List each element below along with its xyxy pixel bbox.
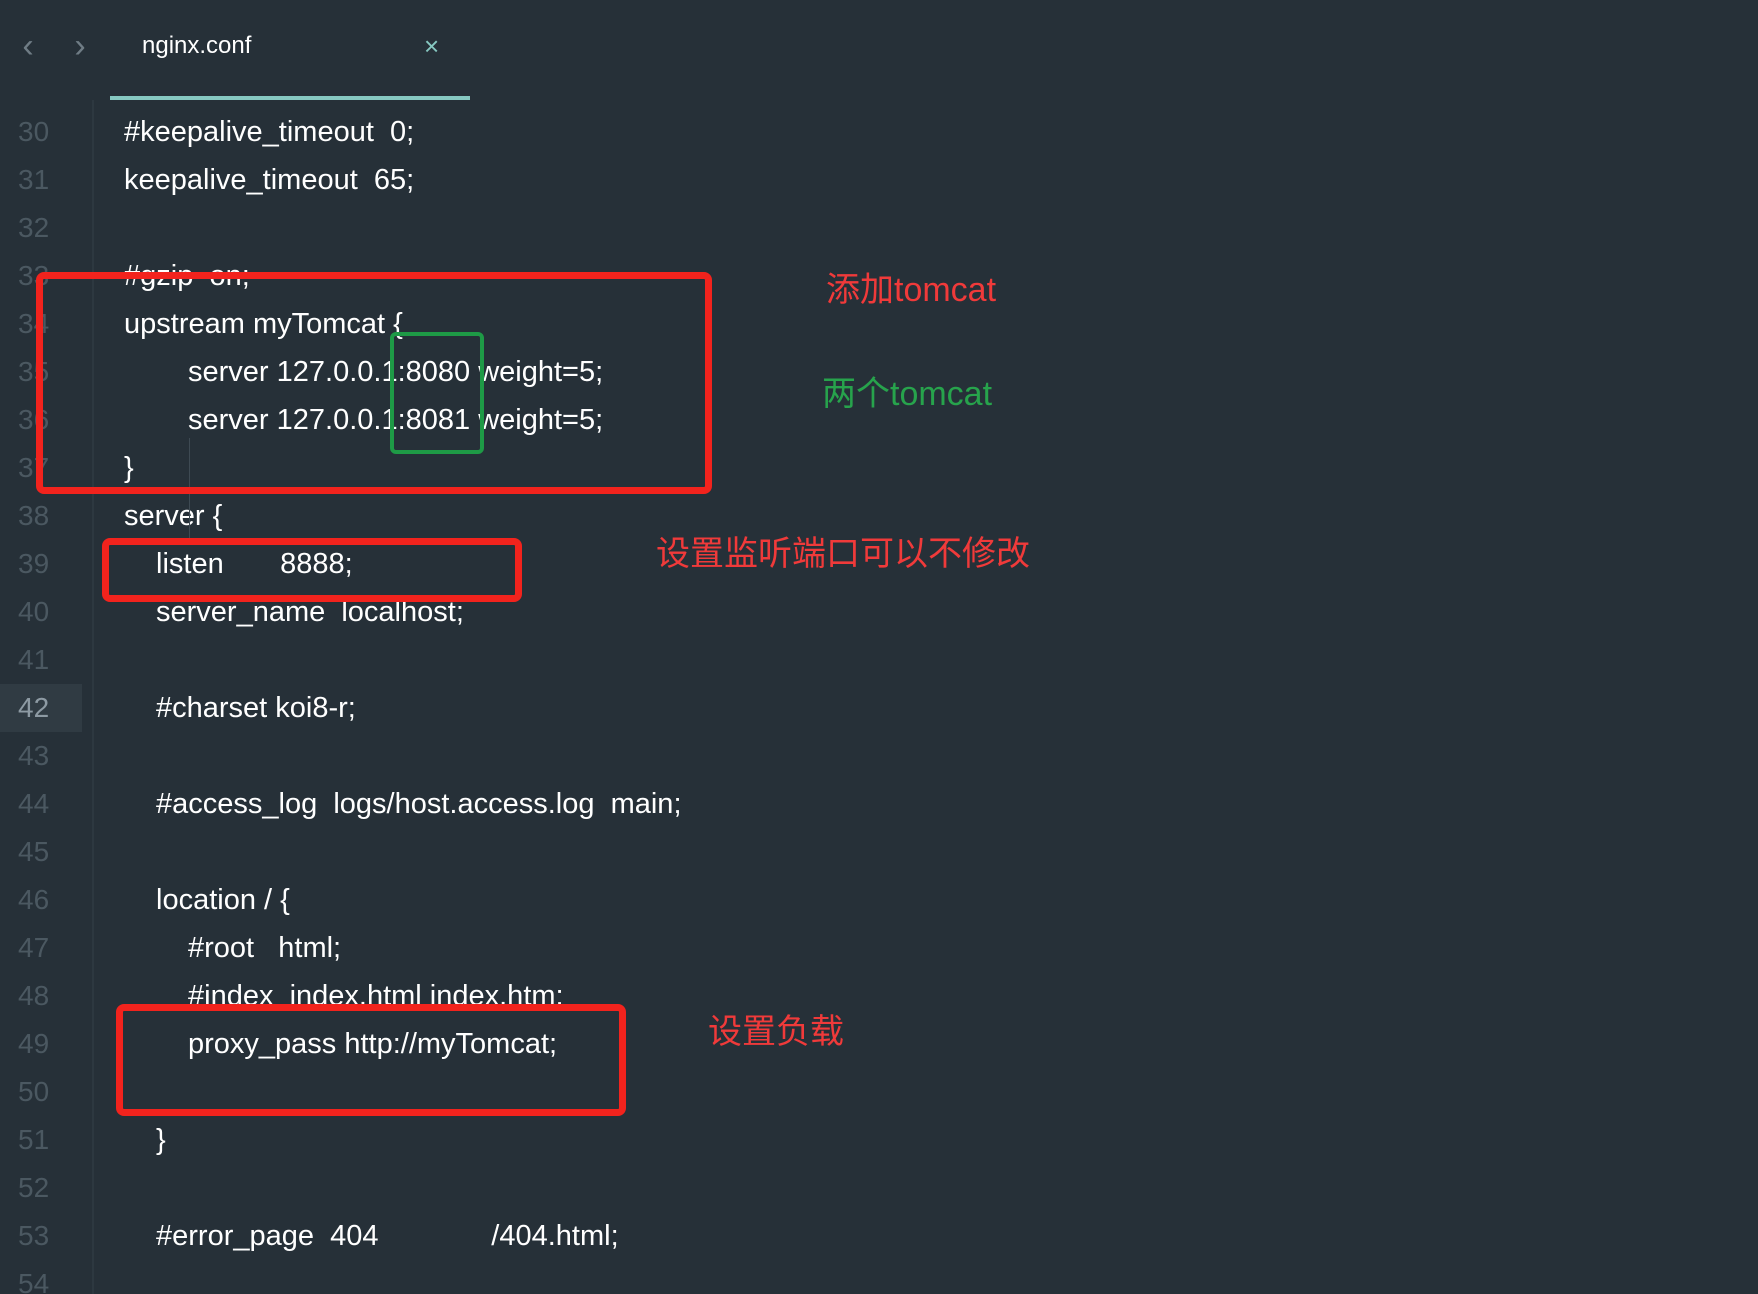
line-number: 45 — [18, 836, 50, 867]
code-line[interactable]: 41 — [0, 636, 1758, 684]
line-number: 31 — [18, 164, 50, 195]
code-line[interactable]: 52 — [0, 1164, 1758, 1212]
code-text: #keepalive_timeout 0; — [124, 116, 415, 148]
tab-label: nginx.conf — [142, 32, 252, 59]
line-number: 50 — [18, 1076, 50, 1107]
line-number: 41 — [18, 644, 50, 675]
code-text: #root html; — [188, 932, 342, 964]
forward-arrow-icon[interactable]: › — [60, 24, 100, 68]
code-text: keepalive_timeout 65; — [124, 164, 415, 196]
line-number: 47 — [18, 932, 50, 963]
line-number: 43 — [18, 740, 50, 771]
code-line[interactable]: 44 #access_log logs/host.access.log main; — [0, 780, 1758, 828]
code-text: #access_log logs/host.access.log main; — [156, 788, 682, 820]
line-number: 46 — [18, 884, 50, 915]
line-number: 39 — [18, 548, 50, 579]
code-line[interactable]: 31 keepalive_timeout 65; — [0, 156, 1758, 204]
editor-window: ‹ › nginx.conf × 30 #keepalive_timeout 0;… — [0, 0, 1758, 1294]
line-number: 42 — [0, 684, 82, 732]
listen-highlight-box — [102, 538, 522, 602]
note-listen-port: 设置监听端口可以不修改 — [656, 535, 1030, 573]
code-text: location / { — [156, 884, 290, 916]
line-number: 32 — [18, 212, 50, 243]
tab-nginx-conf[interactable]: nginx.conf × — [110, 0, 470, 100]
close-icon[interactable]: × — [424, 30, 439, 62]
code-text: #charset koi8-r; — [156, 692, 356, 724]
code-line[interactable]: 45 — [0, 828, 1758, 876]
code-line[interactable]: 53 #error_page 404 /404.html; — [0, 1212, 1758, 1260]
upstream-highlight-box — [36, 272, 712, 494]
tab-bar: ‹ › nginx.conf × — [0, 0, 1758, 100]
note-set-load: 设置负载 — [708, 1013, 844, 1051]
code-line[interactable]: 30 #keepalive_timeout 0; — [0, 108, 1758, 156]
ports-highlight-box — [390, 332, 484, 454]
note-add-tomcat: 添加tomcat — [826, 271, 997, 309]
code-line[interactable]: 47 #root html; — [0, 924, 1758, 972]
code-line[interactable]: 51} — [0, 1116, 1758, 1164]
line-number: 44 — [18, 788, 50, 819]
code-line[interactable]: 32 — [0, 204, 1758, 252]
line-number: 54 — [18, 1268, 50, 1294]
code-line[interactable]: 46 location / { — [0, 876, 1758, 924]
line-number: 52 — [18, 1172, 50, 1203]
proxy-pass-highlight-box — [116, 1004, 626, 1116]
code-line[interactable]: 42 #charset koi8-r; — [0, 684, 1758, 732]
line-number: 53 — [18, 1220, 50, 1251]
line-number: 38 — [18, 500, 50, 531]
line-number: 51 — [18, 1124, 50, 1155]
code-text: server { — [124, 500, 223, 532]
back-arrow-icon[interactable]: ‹ — [8, 24, 48, 68]
line-number: 49 — [18, 1028, 50, 1059]
code-text: #error_page 404 /404.html; — [156, 1220, 619, 1252]
note-two-tomcat: 两个tomcat — [822, 375, 993, 413]
code-text: } — [156, 1124, 166, 1156]
code-line[interactable]: 43 — [0, 732, 1758, 780]
code-line[interactable]: 54 — [0, 1260, 1758, 1294]
line-number: 40 — [18, 596, 50, 627]
line-number: 30 — [18, 116, 50, 147]
line-number: 48 — [18, 980, 50, 1011]
